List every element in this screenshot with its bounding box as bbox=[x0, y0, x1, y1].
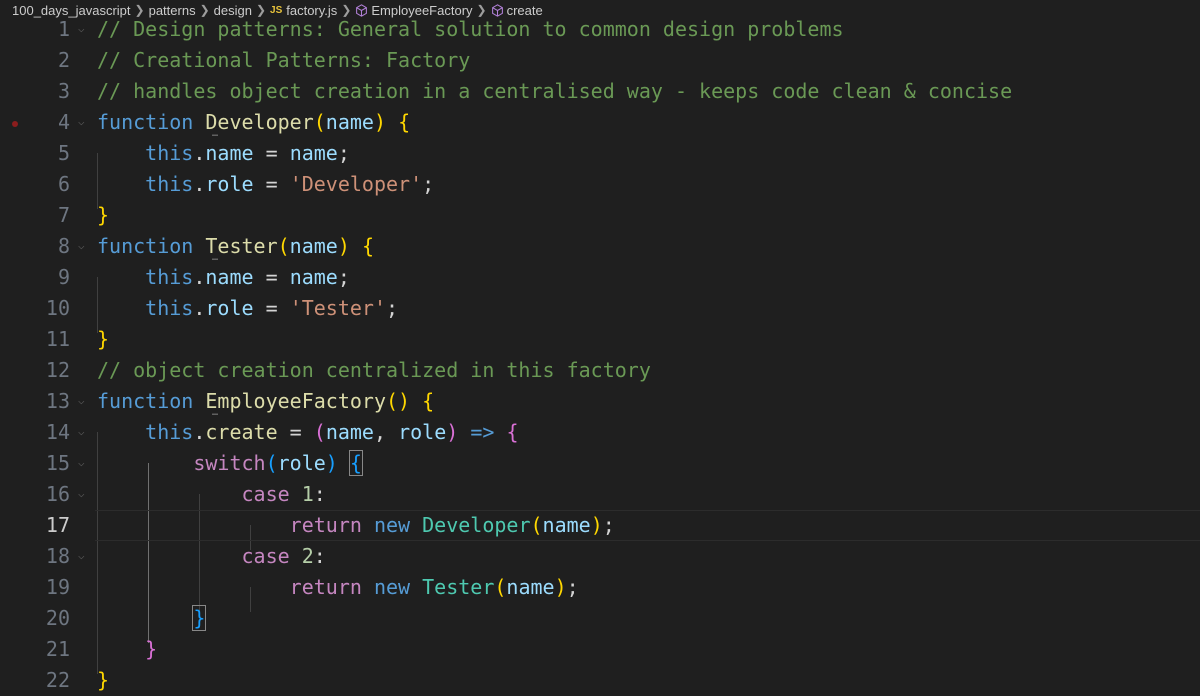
identifier: name bbox=[542, 513, 591, 537]
code-line: 2 // Creational Patterns: Factory bbox=[0, 45, 1200, 76]
fold-chevron-icon[interactable]: ⌵ bbox=[78, 23, 85, 35]
comment: // Design patterns: General solution to … bbox=[97, 17, 844, 41]
class-name: Tester bbox=[422, 575, 495, 599]
line-number: 14 bbox=[45, 420, 70, 444]
keyword: new bbox=[373, 575, 411, 599]
line-number: 13 bbox=[45, 389, 70, 413]
code-line: 10 this.role = 'Tester'; bbox=[0, 293, 1200, 324]
line-number: 11 bbox=[45, 327, 70, 351]
code-line: 14 ⌵ this.create = (name, role) => { bbox=[0, 417, 1200, 448]
code-line: 11 } bbox=[0, 324, 1200, 355]
fold-chevron-icon[interactable]: ⌵ bbox=[78, 488, 85, 500]
code-line: 12 // object creation centralized in thi… bbox=[0, 355, 1200, 386]
fold-chevron-icon[interactable]: ⌵ bbox=[78, 550, 85, 562]
code-line: 18 ⌵ case 2: bbox=[0, 541, 1200, 572]
line-number: 20 bbox=[45, 606, 70, 630]
param: name bbox=[325, 110, 374, 134]
number: 1 bbox=[301, 482, 314, 506]
keyword: this bbox=[145, 141, 194, 165]
line-number: 10 bbox=[45, 296, 70, 320]
code-editor[interactable]: 1 ⌵ // Design patterns: General solution… bbox=[0, 14, 1200, 692]
param: name bbox=[289, 234, 338, 258]
comment: // Creational Patterns: Factory bbox=[97, 48, 471, 72]
code-line-current: 17 return new Developer(name); bbox=[0, 510, 1200, 541]
line-number: 22 bbox=[45, 668, 70, 692]
fold-chevron-icon[interactable]: ⌵ bbox=[78, 426, 85, 438]
code-line: 1 ⌵ // Design patterns: General solution… bbox=[0, 14, 1200, 45]
code-line: 15 ⌵ switch(role) { bbox=[0, 448, 1200, 479]
line-number: 9 bbox=[57, 265, 70, 289]
line-number: 5 bbox=[57, 141, 70, 165]
fold-chevron-icon[interactable]: ⌵ bbox=[78, 395, 85, 407]
keyword: switch bbox=[193, 451, 266, 475]
keyword: this bbox=[145, 172, 194, 196]
keyword: function bbox=[97, 389, 194, 413]
function-name: Developer bbox=[205, 110, 314, 134]
keyword: this bbox=[145, 296, 194, 320]
line-number: 2 bbox=[57, 48, 70, 72]
identifier: name bbox=[506, 575, 555, 599]
code-line: 21 } bbox=[0, 634, 1200, 665]
line-number: 6 bbox=[57, 172, 70, 196]
line-number: 1 bbox=[57, 17, 70, 41]
hint-dots: … bbox=[212, 407, 218, 418]
code-line: 20 } bbox=[0, 603, 1200, 634]
identifier: name bbox=[289, 265, 338, 289]
keyword: this bbox=[145, 420, 194, 444]
hint-dots: … bbox=[212, 128, 218, 139]
keyword: return bbox=[289, 575, 362, 599]
comment: // handles object creation in a centrali… bbox=[97, 79, 1013, 103]
code-line: 19 return new Tester(name); bbox=[0, 572, 1200, 603]
line-number: 8 bbox=[57, 234, 70, 258]
line-number: 16 bbox=[45, 482, 70, 506]
identifier: role bbox=[277, 451, 326, 475]
code-line: 13 ⌵ function EmployeeFactory() { … bbox=[0, 386, 1200, 418]
keyword: function bbox=[97, 110, 194, 134]
bracket-match: { bbox=[348, 450, 363, 476]
fold-chevron-icon[interactable]: ⌵ bbox=[78, 116, 85, 128]
class-name: Developer bbox=[422, 513, 531, 537]
keyword: function bbox=[97, 234, 194, 258]
line-number: 19 bbox=[45, 575, 70, 599]
code-line: 6 this.role = 'Developer'; bbox=[0, 169, 1200, 200]
line-number: 15 bbox=[45, 451, 70, 475]
keyword: case bbox=[241, 482, 290, 506]
line-number: 4 bbox=[57, 110, 70, 134]
fold-chevron-icon[interactable]: ⌵ bbox=[78, 240, 85, 252]
number: 2 bbox=[301, 544, 314, 568]
code-line: 3 // handles object creation in a centra… bbox=[0, 76, 1200, 107]
function-name: EmployeeFactory bbox=[205, 389, 386, 413]
code-line: 16 ⌵ case 1: bbox=[0, 479, 1200, 510]
param: role bbox=[398, 420, 447, 444]
hint-dots: … bbox=[212, 252, 218, 263]
keyword: this bbox=[145, 265, 194, 289]
line-number: 18 bbox=[45, 544, 70, 568]
code-line: 8 ⌵ function Tester(name) { … bbox=[0, 231, 1200, 263]
code-line: 22 } bbox=[0, 665, 1200, 696]
identifier: name bbox=[289, 141, 338, 165]
line-number: 21 bbox=[45, 637, 70, 661]
comment: // object creation centralized in this f… bbox=[97, 358, 651, 382]
code-line: 7 } bbox=[0, 200, 1200, 231]
keyword: return bbox=[289, 513, 362, 537]
property: name bbox=[205, 141, 254, 165]
line-number: 17 bbox=[45, 513, 70, 537]
keyword: case bbox=[241, 544, 290, 568]
param: name bbox=[325, 420, 374, 444]
line-number: 7 bbox=[57, 203, 70, 227]
code-line: 5 this.name = name; bbox=[0, 138, 1200, 169]
line-number: 12 bbox=[45, 358, 70, 382]
string: 'Tester' bbox=[289, 296, 387, 320]
code-line: 4 ⌵ function Developer(name) { … bbox=[0, 107, 1200, 139]
code-line: 9 this.name = name; bbox=[0, 262, 1200, 293]
keyword: new bbox=[373, 513, 411, 537]
property: name bbox=[205, 265, 254, 289]
string: 'Developer' bbox=[289, 172, 423, 196]
method-name: create bbox=[205, 420, 278, 444]
property: role bbox=[205, 296, 254, 320]
property: role bbox=[205, 172, 254, 196]
line-number: 3 bbox=[57, 79, 70, 103]
fold-chevron-icon[interactable]: ⌵ bbox=[78, 457, 85, 469]
bracket-match: } bbox=[192, 605, 207, 631]
